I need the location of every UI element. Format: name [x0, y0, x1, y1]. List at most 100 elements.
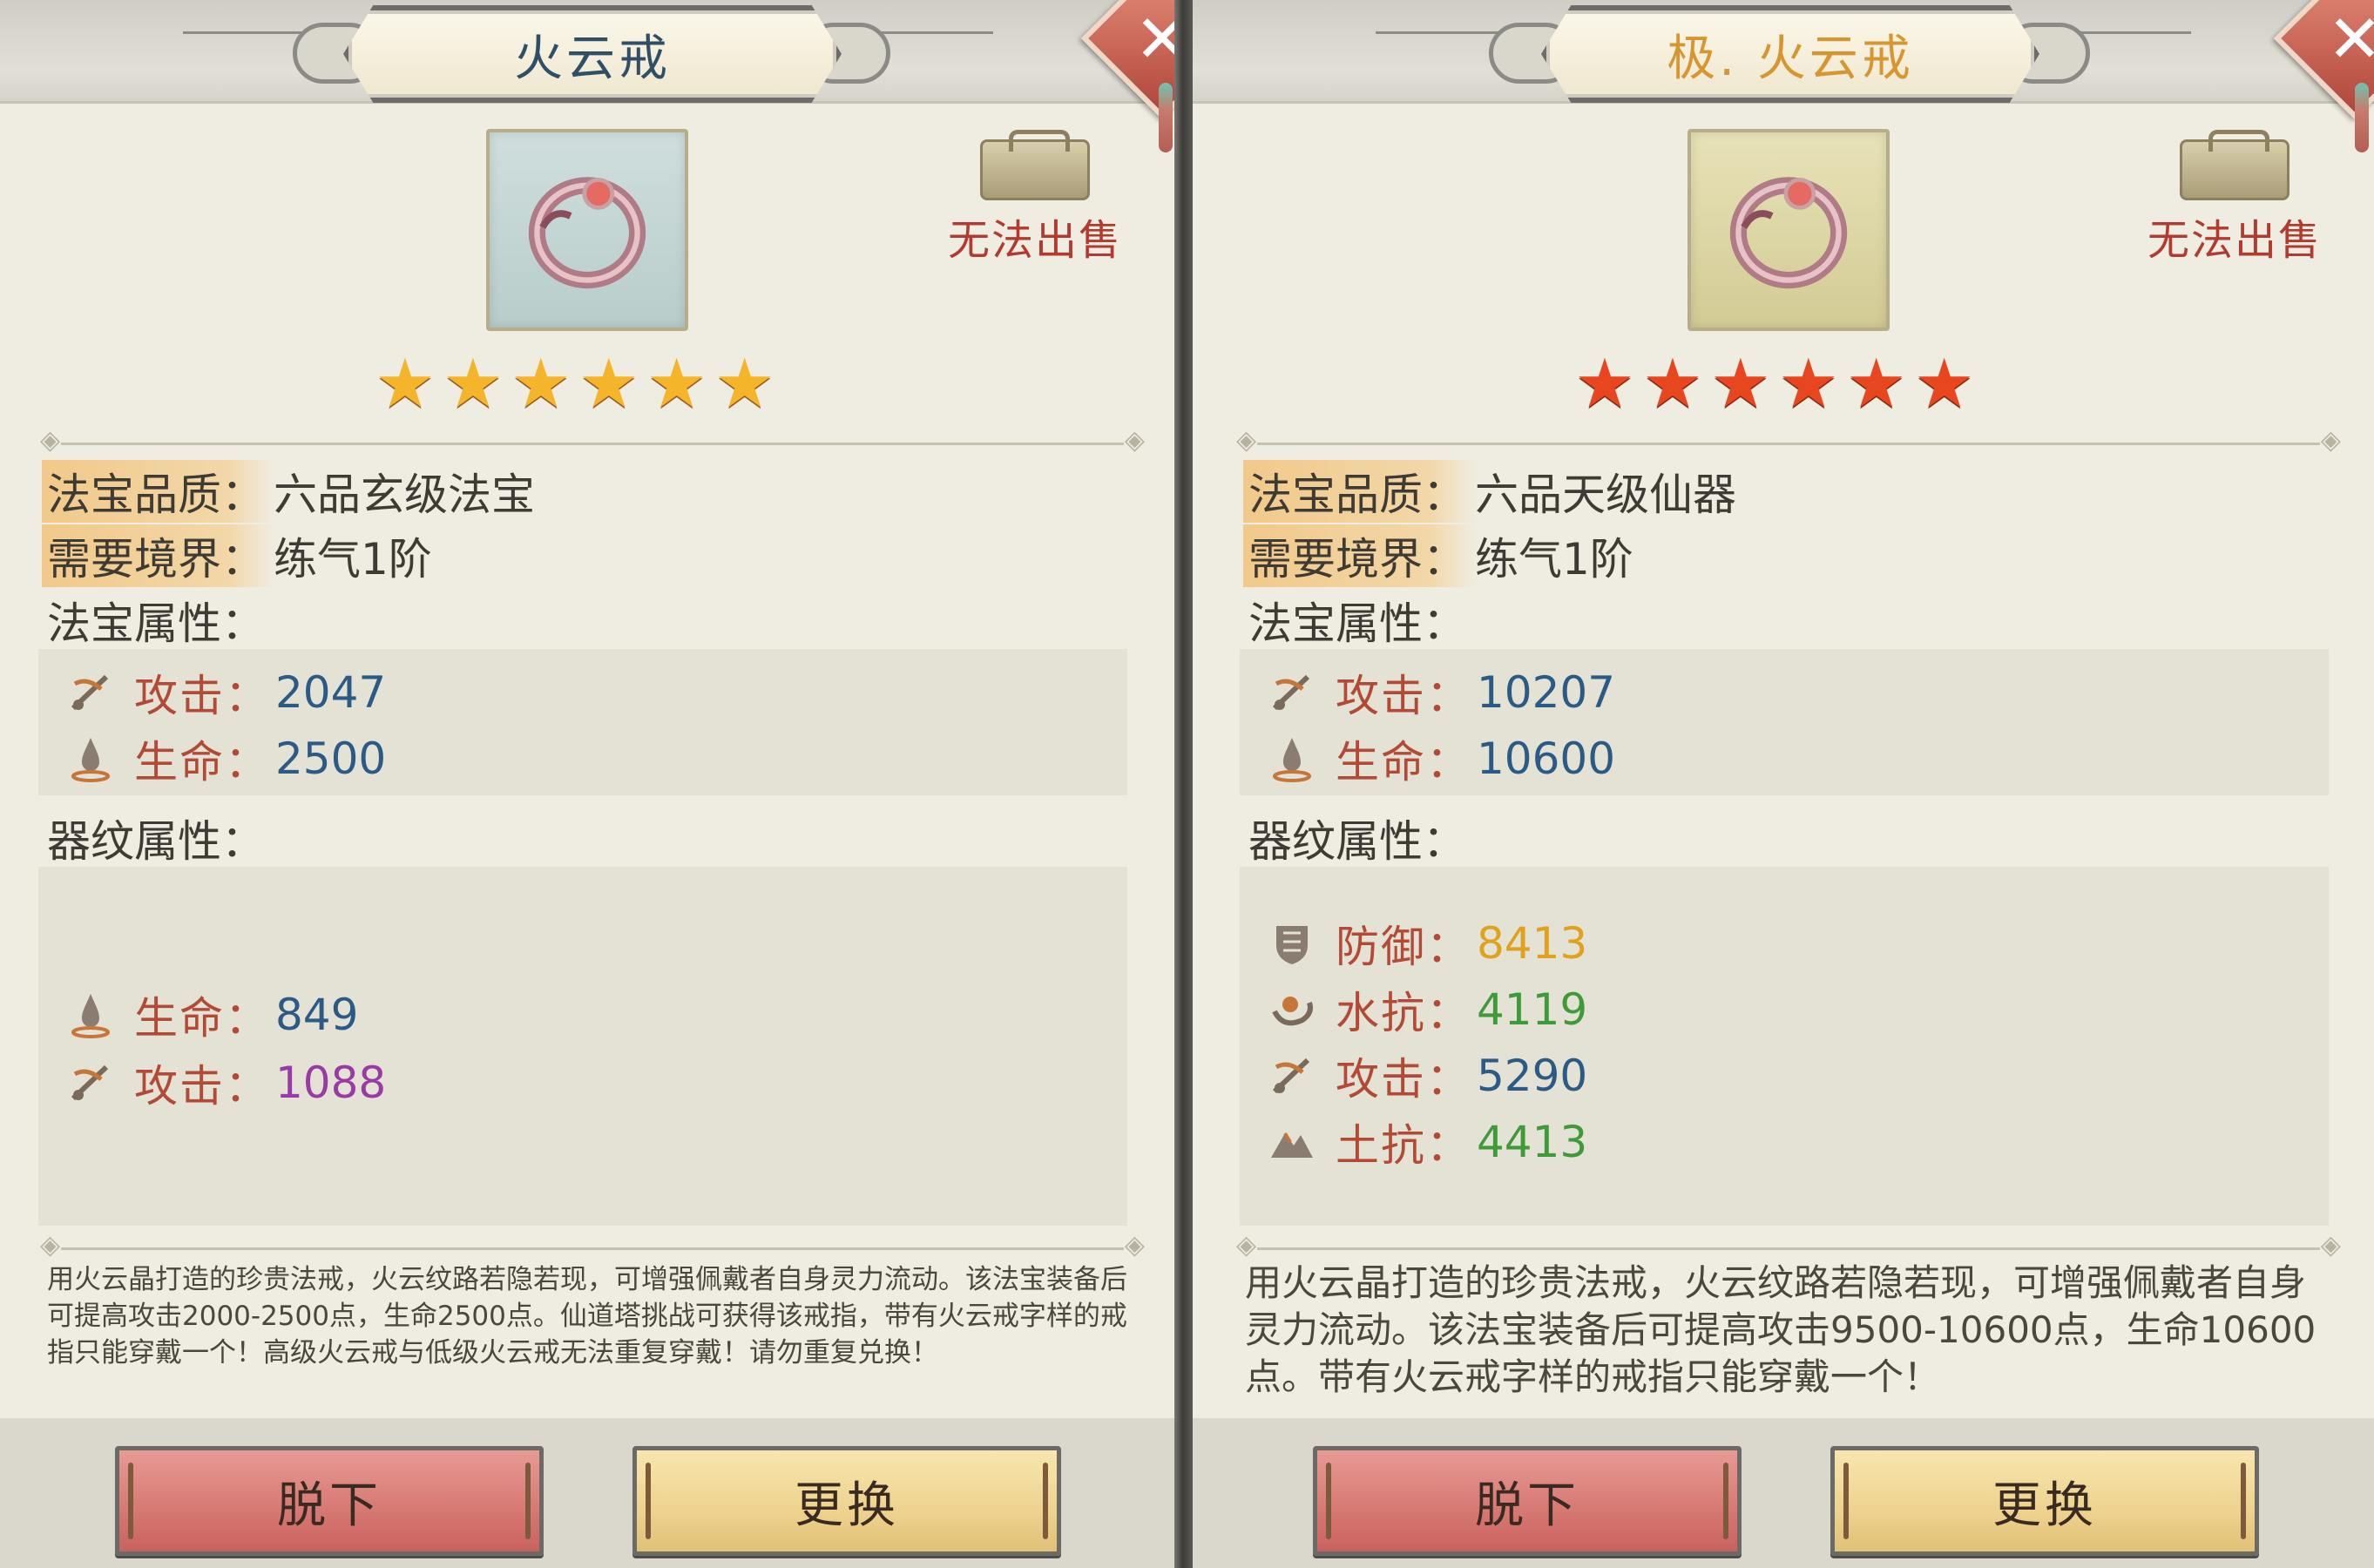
- panel-header: 极. 火云戒 ✕: [1193, 0, 2374, 152]
- pattern-value: 8413: [1477, 918, 1588, 969]
- no-sell-label: 无法出售: [947, 216, 1122, 265]
- armor-icon: [1266, 919, 1318, 968]
- quality-row: 法宝品质： 六品玄级法宝: [42, 460, 535, 523]
- star-icon: ★: [1845, 345, 1907, 423]
- attr-value: 10207: [1477, 667, 1616, 718]
- pattern-label: 防御：: [1336, 922, 1471, 972]
- attr-row: 生命： 2500: [64, 727, 386, 790]
- star-icon: ★: [442, 345, 504, 423]
- attr-box: 攻击： 10207 生命： 10600: [1240, 649, 2329, 795]
- hp-drop-icon: [64, 734, 117, 783]
- ring-icon: [528, 177, 646, 289]
- attr-label: 攻击：: [1336, 671, 1471, 721]
- pattern-row: 生命： 849: [64, 983, 358, 1046]
- item-icon: [486, 129, 688, 331]
- star-icon: ★: [375, 345, 436, 423]
- change-button[interactable]: 更换: [632, 1446, 1061, 1556]
- star-icon: ★: [1574, 345, 1635, 423]
- realm-value: 练气1阶: [274, 534, 432, 585]
- star-rating: ★ ★ ★ ★ ★ ★: [375, 350, 775, 418]
- water-icon: [1266, 985, 1318, 1034]
- attr-row: 生命： 10600: [1266, 727, 1615, 790]
- pattern-row: 水抗： 4119: [1266, 978, 1587, 1041]
- attr-label: 攻击：: [134, 671, 270, 721]
- star-icon: ★: [646, 345, 707, 423]
- pattern-row: 土抗： 4413: [1266, 1111, 1587, 1173]
- close-icon: ✕: [1134, 0, 1174, 78]
- attr-row: 攻击： 2047: [64, 661, 386, 724]
- pattern-label: 土抗：: [1336, 1120, 1471, 1171]
- tassel-ornament: [1159, 83, 1173, 152]
- right-item-panel: 极. 火云戒 ✕ 无法出售 ★ ★ ★ ★ ★ ★ 法宝品质： 六品天级仙器 需…: [1193, 0, 2374, 1568]
- attr-label: 生命：: [134, 737, 270, 787]
- sword-icon: [1266, 1051, 1318, 1100]
- star-icon: ★: [510, 345, 572, 423]
- no-sell-badge: 无法出售: [939, 130, 1131, 267]
- pattern-section-title: 器纹属性：: [1248, 816, 1466, 867]
- quality-label: 法宝品质：: [1243, 460, 1475, 523]
- realm-label: 需要境界：: [42, 524, 274, 587]
- attr-value: 2500: [275, 733, 387, 784]
- tassel-ornament: [2355, 83, 2369, 152]
- sword-icon: [1266, 668, 1318, 717]
- item-title-plate: 火云戒: [343, 5, 842, 103]
- separator: [40, 1230, 1145, 1260]
- item-title-plate: 极. 火云戒: [1541, 5, 2039, 103]
- no-sell-badge: 无法出售: [2139, 130, 2330, 267]
- star-icon: ★: [1641, 345, 1703, 423]
- pattern-value: 4119: [1477, 984, 1588, 1035]
- pattern-value: 1088: [275, 1058, 387, 1108]
- separator: [40, 425, 1145, 456]
- treasure-box-icon: [2180, 130, 2289, 200]
- hp-drop-icon: [1266, 734, 1318, 783]
- star-icon: ★: [1709, 345, 1771, 423]
- remove-button[interactable]: 脱下: [1313, 1446, 1742, 1556]
- panel-header: 火云戒 ✕: [0, 0, 1174, 152]
- item-title: 极. 火云戒: [1667, 30, 1914, 87]
- ring-icon: [1729, 177, 1848, 289]
- realm-value: 练气1阶: [1475, 534, 1633, 585]
- realm-row: 需要境界： 练气1阶: [1243, 524, 1633, 587]
- star-icon: ★: [1777, 345, 1839, 423]
- close-icon: ✕: [2327, 0, 2374, 78]
- item-icon: [1688, 129, 1890, 331]
- attr-section-title: 法宝属性：: [47, 598, 265, 649]
- pattern-row: 防御： 8413: [1266, 912, 1587, 975]
- pattern-value: 5290: [1477, 1051, 1588, 1101]
- attr-row: 攻击： 10207: [1266, 661, 1615, 724]
- remove-button[interactable]: 脱下: [115, 1446, 544, 1556]
- item-description: 用火云晶打造的珍贵法戒，火云纹路若隐若现，可增强佩戴者自身灵力流动。该法宝装备后…: [1245, 1261, 2317, 1398]
- star-rating: ★ ★ ★ ★ ★ ★: [1574, 350, 1975, 418]
- treasure-box-icon: [980, 130, 1090, 200]
- attr-value: 2047: [275, 667, 387, 718]
- pattern-label: 攻击：: [134, 1061, 270, 1112]
- attr-label: 生命：: [1336, 737, 1471, 787]
- separator: [1236, 425, 2341, 456]
- realm-row: 需要境界： 练气1阶: [42, 524, 432, 587]
- separator: [1236, 1230, 2341, 1260]
- pattern-section-title: 器纹属性：: [47, 816, 265, 867]
- star-icon: ★: [1913, 345, 1975, 423]
- quality-row: 法宝品质： 六品天级仙器: [1243, 460, 1736, 523]
- pattern-box: 生命： 849 攻击： 1088: [38, 867, 1127, 1226]
- earth-icon: [1266, 1118, 1318, 1166]
- quality-value: 六品玄级法宝: [274, 470, 535, 520]
- star-icon: ★: [578, 345, 639, 423]
- pattern-box: 防御： 8413 水抗： 4119 攻击： 5290 土抗： 4413: [1240, 867, 2329, 1226]
- attr-value: 10600: [1477, 733, 1616, 784]
- change-button[interactable]: 更换: [1830, 1446, 2259, 1556]
- hp-drop-icon: [64, 990, 117, 1039]
- attr-box: 攻击： 2047 生命： 2500: [38, 649, 1127, 795]
- quality-value: 六品天级仙器: [1475, 470, 1736, 520]
- sword-icon: [64, 668, 117, 717]
- pattern-value: 849: [275, 990, 359, 1040]
- pattern-label: 生命：: [134, 993, 270, 1044]
- pattern-label: 攻击：: [1336, 1054, 1471, 1105]
- no-sell-label: 无法出售: [2147, 216, 2322, 265]
- left-item-panel: 火云戒 ✕ 无法出售 ★ ★ ★ ★ ★ ★ 法宝品质： 六品玄级法宝 需要境界…: [0, 0, 1174, 1568]
- pattern-row: 攻击： 5290: [1266, 1044, 1587, 1107]
- quality-label: 法宝品质：: [42, 460, 274, 523]
- realm-label: 需要境界：: [1243, 524, 1475, 587]
- pattern-label: 水抗：: [1336, 988, 1471, 1038]
- star-icon: ★: [714, 345, 775, 423]
